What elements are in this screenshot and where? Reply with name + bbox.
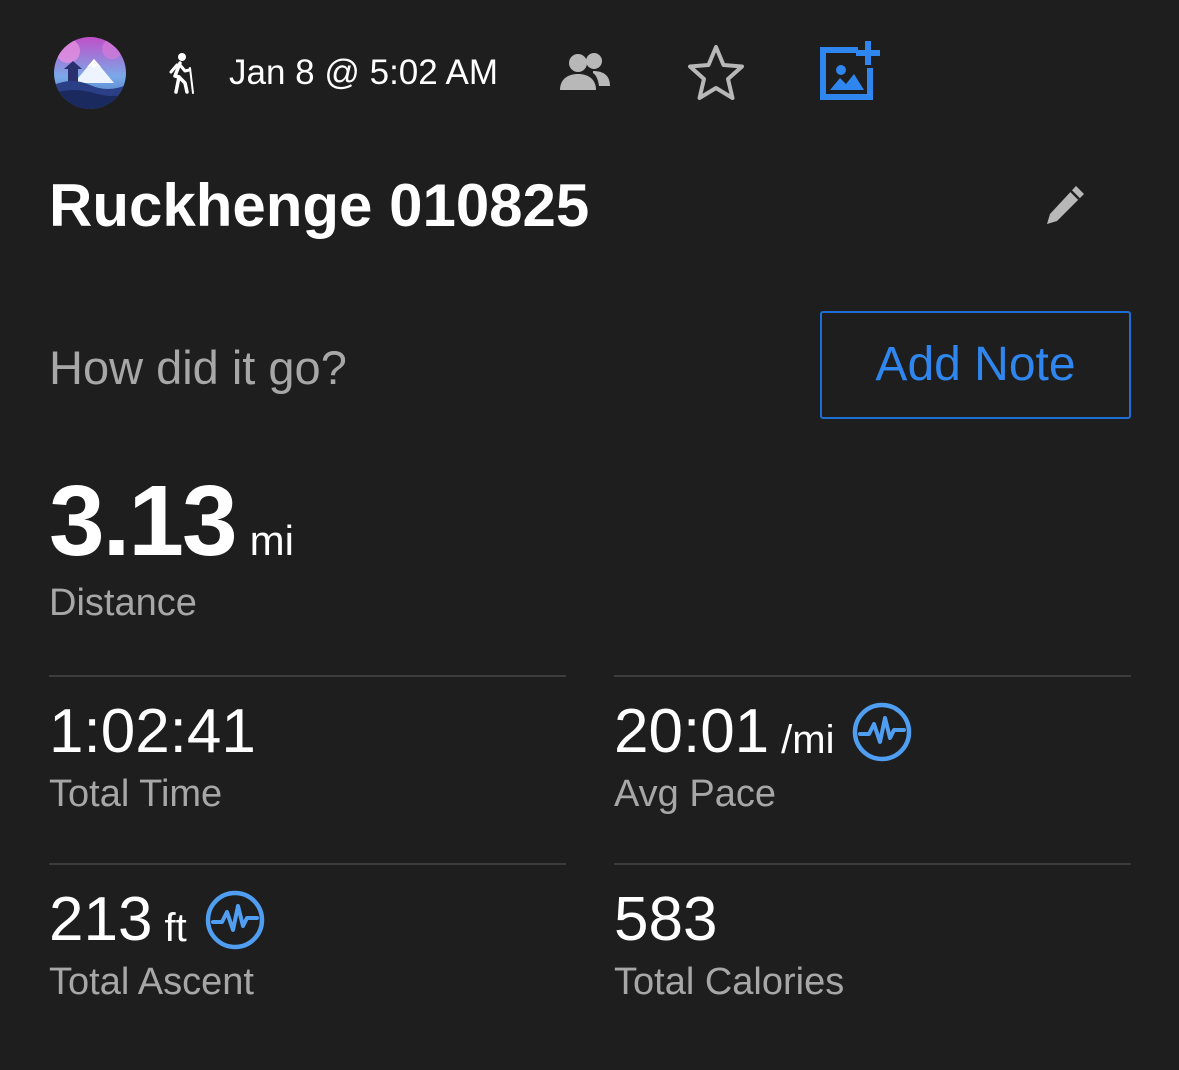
distance-unit: mi <box>249 517 294 564</box>
stat-value-row: 583 <box>614 887 717 953</box>
stat-value-row: 213 ft <box>49 887 265 953</box>
activity-pulse-icon[interactable] <box>852 702 912 762</box>
total-time-value: 1:02:41 <box>49 697 256 766</box>
stat-value-row: 20:01 /mi <box>614 699 912 765</box>
avg-pace-value: 20:01 <box>614 697 770 766</box>
hiking-icon <box>169 53 194 94</box>
stat-total-time: 1:02:41 Total Time <box>49 675 566 827</box>
star-outline-icon[interactable] <box>684 42 748 104</box>
stat-value-row: 1:02:41 <box>49 699 256 765</box>
total-calories-value: 583 <box>614 885 718 954</box>
total-ascent-label: Total Ascent <box>49 961 254 1003</box>
people-icon[interactable] <box>557 52 613 94</box>
note-prompt: How did it go? <box>49 341 347 394</box>
activity-pulse-icon[interactable] <box>205 890 265 950</box>
total-calories-label: Total Calories <box>614 961 845 1003</box>
distance-value: 3.13 <box>49 465 238 577</box>
avg-pace-label: Avg Pace <box>614 773 776 815</box>
total-ascent-unit: ft <box>164 906 187 950</box>
activity-timestamp: Jan 8 @ 5:02 AM <box>229 53 499 92</box>
pencil-icon[interactable] <box>1040 180 1090 230</box>
avg-pace-unit: /mi <box>781 718 835 762</box>
distance-value-row: 3.13 mi <box>49 466 294 576</box>
activity-title: Ruckhenge 010825 <box>49 172 590 239</box>
add-photo-icon[interactable] <box>818 38 884 102</box>
stat-avg-pace: 20:01 /mi Avg Pace <box>614 675 1131 827</box>
avatar-image <box>54 37 126 109</box>
total-ascent-value: 213 <box>49 885 153 954</box>
add-note-button[interactable]: Add Note <box>820 311 1131 419</box>
total-time-label: Total Time <box>49 773 223 815</box>
distance-label: Distance <box>49 582 197 624</box>
stat-total-ascent: 213 ft Total Ascent <box>49 863 566 1015</box>
stat-total-calories: 583 Total Calories <box>614 863 1131 1015</box>
profile-avatar[interactable] <box>54 37 126 109</box>
activity-header: Jan 8 @ 5:02 AM <box>0 0 1179 145</box>
